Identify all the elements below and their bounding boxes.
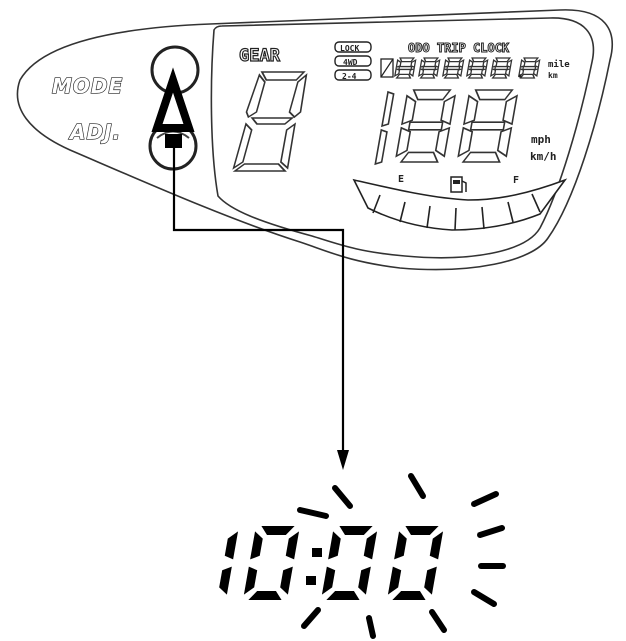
blink-ray [297,507,329,519]
speed-unit-kmh: km/h [530,150,557,163]
fuel-segment-divider [454,207,457,231]
blink-ray [429,609,447,633]
clock-display [219,473,506,639]
mode-label: MODE [52,74,123,98]
odo-decimal-point [518,74,522,78]
clock-digit [243,526,300,600]
clock-colon-dot [312,548,322,557]
blink-ray [471,589,497,607]
indicator-2wd: 2-4 [342,72,357,81]
clock-digit [219,531,239,595]
blink-ray [301,607,321,629]
indicator-group: LOCK 4WD 2-4 [334,41,372,81]
gear-label: GEAR [239,46,281,66]
speed-unit-mph: mph [531,133,551,146]
connector-arrowhead [337,450,349,470]
instrument-diagram: MODE ADJ. GEAR LOCK 4WD 2-4 ODO TRIP CLO… [16,9,614,639]
clock-digit [387,526,444,600]
indicator-4wd: 4WD [343,58,358,67]
odo-trip-clock-label: ODO TRIP CLOCK [408,41,510,55]
fuel-full-label: F [513,175,519,186]
odo-unit-km: km [548,71,558,80]
indicator-lock: LOCK [340,44,359,53]
blink-ray [366,615,376,639]
odo-unit-mile: mile [548,59,570,70]
clock-digit [321,526,378,600]
fuel-empty-label: E [398,174,404,185]
adj-label: ADJ. [68,120,121,144]
clock-colon-dot [306,576,316,585]
blink-ray [332,485,353,509]
blink-ray [477,525,505,538]
blink-ray [471,491,499,507]
blink-ray [408,473,426,499]
